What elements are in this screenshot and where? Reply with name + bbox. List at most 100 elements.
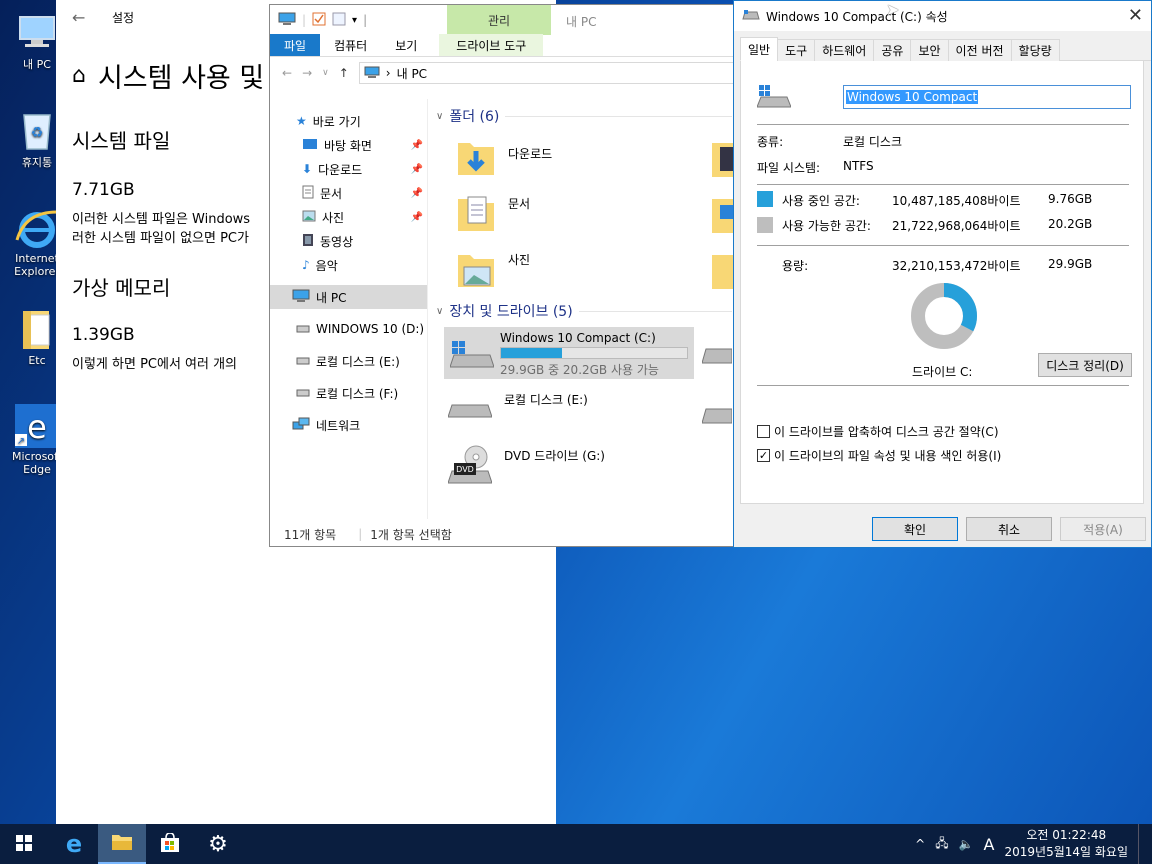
home-icon[interactable]: ⌂ — [72, 63, 86, 88]
computer-icon — [292, 289, 310, 305]
divider — [757, 184, 1129, 185]
sidebar-item-documents[interactable]: 문서 📌 — [270, 181, 427, 205]
dialog-title: Windows 10 Compact (C:) 속성 — [766, 9, 948, 24]
used-space-label: 사용 중인 공간: — [782, 194, 860, 208]
drive-name: Windows 10 Compact (C:) — [500, 331, 656, 345]
taskbar-settings[interactable]: ⚙ — [194, 824, 242, 864]
sidebar-item-this-pc[interactable]: 내 PC — [270, 285, 427, 309]
drive-icon[interactable] — [701, 407, 733, 428]
drive-icon[interactable] — [701, 347, 733, 368]
folders-group-header[interactable]: ∨ 폴더 (6) — [430, 103, 738, 129]
tab-sharing[interactable]: 공유 — [873, 39, 912, 61]
sidebar-item-music[interactable]: ♪ 음악 — [270, 253, 427, 277]
ime-indicator[interactable]: A — [984, 835, 995, 854]
sidebar-item-quick-access[interactable]: ★ 바로 가기 — [270, 109, 427, 133]
documents-folder-icon — [456, 191, 496, 238]
compress-checkbox-row[interactable]: 이 드라이브를 압축하여 디스크 공간 절약(C) — [757, 423, 999, 440]
pin-icon[interactable]: 📌 — [411, 212, 423, 223]
tab-previous-versions[interactable]: 이전 버전 — [947, 39, 1012, 61]
ok-button[interactable]: 확인 — [872, 517, 958, 541]
drive-item-c[interactable]: Windows 10 Compact (C:) 29.9GB 중 20.2GB … — [444, 327, 694, 379]
clock[interactable]: 오전 01:22:48 2019년5월14일 화요일 — [1005, 827, 1129, 861]
taskbar-store[interactable] — [146, 824, 194, 864]
up-arrow-icon[interactable]: ↑ — [339, 66, 349, 80]
taskbar-edge[interactable]: e — [50, 824, 98, 864]
sidebar-item-label: 로컬 디스크 (F:) — [316, 386, 399, 401]
breadcrumb-chevron-icon: › — [385, 66, 391, 80]
sidebar-item-drive-d[interactable]: WINDOWS 10 (D:) — [270, 317, 427, 341]
devices-group-header[interactable]: ∨ 장치 및 드라이브 (5) — [430, 298, 738, 324]
start-button[interactable] — [0, 824, 48, 864]
group-divider — [505, 115, 732, 117]
downloads-folder-icon — [456, 135, 496, 182]
sidebar-item-pictures[interactable]: 사진 📌 — [270, 205, 427, 229]
drive-icon — [296, 386, 310, 400]
apply-button[interactable]: 적용(A) — [1060, 517, 1146, 541]
recent-locations-icon[interactable]: ∨ — [322, 68, 329, 78]
customize-toolbar-icon[interactable]: ▾ — [352, 15, 357, 26]
tab-drive-tools[interactable]: 드라이브 도구 — [439, 34, 544, 56]
drive-name: DVD 드라이브 (G:) — [504, 449, 605, 463]
sidebar-item-downloads[interactable]: ⬇ 다운로드 📌 — [270, 157, 427, 181]
chevron-down-icon: ∨ — [436, 110, 444, 122]
disk-usage-donut-chart — [911, 283, 977, 349]
drive-name: 로컬 디스크 (E:) — [504, 393, 588, 407]
show-desktop-button[interactable] — [1138, 824, 1142, 864]
windows-logo-icon — [16, 834, 32, 854]
tab-general[interactable]: 일반 — [740, 37, 779, 61]
pin-icon[interactable]: 📌 — [411, 164, 423, 175]
speaker-icon[interactable]: 🔈 — [959, 837, 974, 851]
cancel-button[interactable]: 취소 — [966, 517, 1052, 541]
folder-item-pictures[interactable]: 사진 — [456, 247, 716, 297]
sidebar-item-label: 내 PC — [316, 290, 347, 305]
folder-item-documents[interactable]: 문서 — [456, 191, 716, 241]
pin-icon[interactable]: 📌 — [411, 140, 423, 151]
capacity-bytes: 32,210,153,472바이트 — [892, 259, 1021, 273]
tab-file[interactable]: 파일 — [270, 34, 321, 56]
forward-arrow-icon[interactable]: → — [302, 66, 312, 80]
page-title-text: 시스템 사용 및 — [97, 63, 265, 94]
compress-checkbox[interactable] — [757, 425, 770, 438]
close-icon[interactable]: ✕ — [1128, 5, 1143, 26]
tab-hardware[interactable]: 하드웨어 — [814, 39, 875, 61]
svg-text:♻: ♻ — [31, 125, 44, 141]
index-checkbox-checked[interactable]: ✓ — [757, 449, 770, 462]
free-space-swatch — [757, 217, 773, 233]
back-arrow-icon[interactable]: ← — [282, 66, 292, 80]
tab-tools[interactable]: 도구 — [777, 39, 816, 61]
status-divider: | — [358, 527, 363, 541]
back-arrow-icon[interactable]: ← — [72, 8, 112, 27]
address-bar[interactable]: › 내 PC — [358, 62, 738, 84]
dialog-tabs: 일반 도구 하드웨어 공유 보안 이전 버전 할당량 — [740, 37, 1151, 61]
sidebar-item-drive-e[interactable]: 로컬 디스크 (E:) — [270, 349, 427, 373]
sidebar-item-label: 바탕 화면 — [324, 138, 372, 153]
type-value: 로컬 디스크 — [843, 135, 903, 149]
network-icon[interactable]: 🖧 — [935, 834, 948, 855]
folder-item-downloads[interactable]: 다운로드 — [456, 135, 716, 185]
index-checkbox-row[interactable]: ✓ 이 드라이브의 파일 속성 및 내용 색인 허용(I) — [757, 447, 1001, 464]
sidebar-item-videos[interactable]: 동영상 — [270, 229, 427, 253]
divider — [757, 124, 1129, 125]
drive-item-e[interactable]: 로컬 디스크 (E:) — [447, 389, 708, 439]
sidebar-item-desktop[interactable]: 바탕 화면 📌 — [270, 133, 427, 157]
disk-cleanup-button[interactable]: 디스크 정리(D) — [1038, 353, 1132, 377]
gear-icon: ⚙ — [208, 831, 228, 857]
explorer-title: 내 PC — [566, 15, 597, 29]
tab-quota[interactable]: 할당량 — [1010, 39, 1060, 61]
drive-item-g[interactable]: DVD DVD 드라이브 (G:) — [447, 445, 708, 495]
mouse-pointer-icon: ➤ — [886, 0, 900, 19]
volume-name-input[interactable]: Windows 10 Compact — [843, 85, 1131, 109]
tab-computer[interactable]: 컴퓨터 — [320, 34, 381, 56]
properties-icon[interactable] — [312, 12, 326, 29]
tab-view[interactable]: 보기 — [381, 34, 431, 56]
sidebar-item-drive-f[interactable]: 로컬 디스크 (F:) — [270, 381, 427, 405]
new-folder-icon[interactable] — [332, 12, 346, 29]
chevron-up-icon[interactable]: ^ — [915, 837, 925, 851]
tab-security[interactable]: 보안 — [910, 39, 949, 61]
pin-icon[interactable]: 📌 — [411, 188, 423, 199]
picture-icon — [302, 210, 316, 225]
drive-icon — [296, 354, 310, 368]
sidebar-item-network[interactable]: 네트워크 — [270, 413, 427, 437]
taskbar-file-explorer[interactable] — [98, 824, 146, 864]
toolbar-divider: | — [363, 13, 368, 27]
